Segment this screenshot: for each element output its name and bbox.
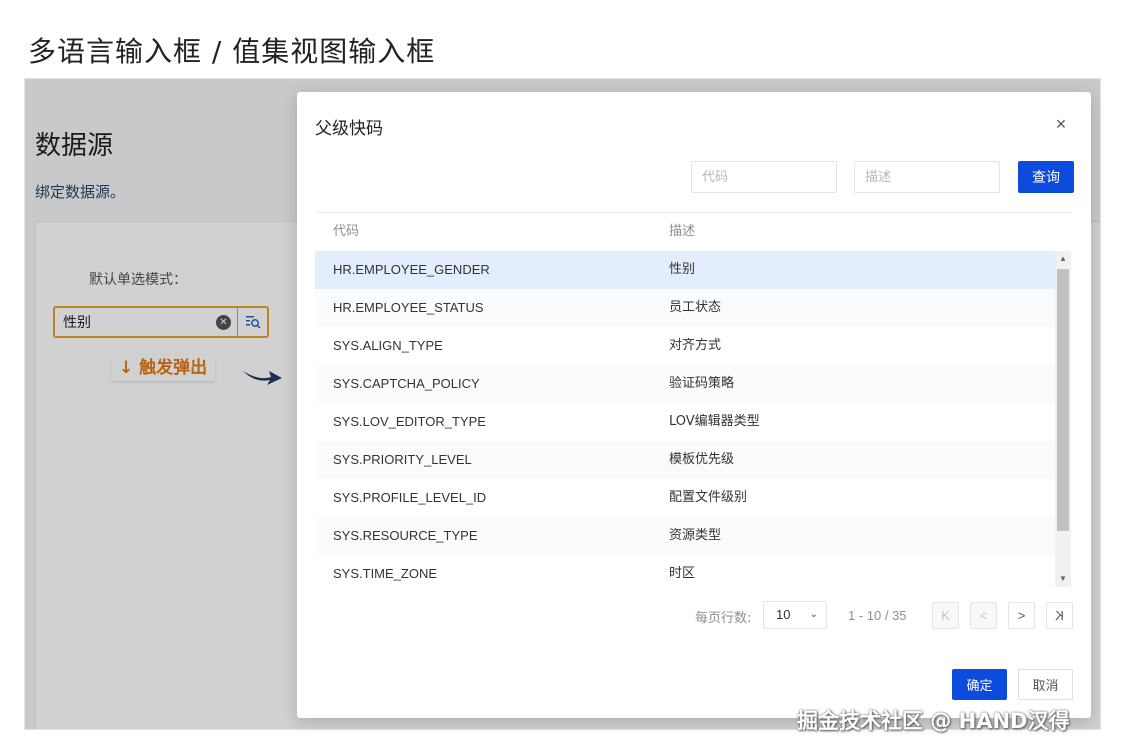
confirm-button[interactable]: 确定 bbox=[952, 669, 1007, 700]
clear-icon[interactable]: ✕ bbox=[216, 314, 231, 330]
lov-search-icon bbox=[245, 316, 261, 329]
table-row[interactable]: SYS.PROFILE_LEVEL_ID 配置文件级别 bbox=[315, 479, 1055, 517]
cell-code: HR.EMPLOYEE_GENDER bbox=[333, 262, 490, 277]
cell-desc: 对齐方式 bbox=[669, 338, 722, 353]
page-size-label: 每页行数: bbox=[695, 611, 752, 626]
code-search-input[interactable] bbox=[691, 161, 837, 193]
cell-code: SYS.CAPTCHA_POLICY bbox=[333, 376, 480, 391]
table-row[interactable]: SYS.CAPTCHA_POLICY 验证码策略 bbox=[315, 365, 1055, 403]
lov-input[interactable]: 性别 ✕ bbox=[53, 306, 269, 338]
cell-desc: 资源类型 bbox=[669, 528, 722, 543]
table-row[interactable]: HR.EMPLOYEE_GENDER 性别 bbox=[315, 251, 1055, 289]
table-row[interactable]: SYS.TIME_ZONE 时区 bbox=[315, 555, 1055, 593]
chevron-down-icon: ⌄ bbox=[809, 609, 818, 620]
modal-title: 父级快码 bbox=[315, 119, 383, 139]
lov-modal: 父级快码 × 查询 代码 描述 HR.EMPLOYEE_GENDER 性别 HR.… bbox=[297, 92, 1091, 718]
datasource-title: 数据源 bbox=[35, 131, 114, 161]
cell-desc: 性别 bbox=[669, 262, 696, 277]
table-row[interactable]: SYS.RESOURCE_TYPE 资源类型 bbox=[315, 517, 1055, 555]
page-heading: 多语言输入框 / 值集视图输入框 bbox=[28, 35, 436, 68]
divider bbox=[315, 212, 1073, 213]
close-icon[interactable]: × bbox=[1053, 115, 1069, 133]
next-page-button[interactable]: > bbox=[1008, 602, 1035, 629]
cell-code: SYS.RESOURCE_TYPE bbox=[333, 528, 478, 543]
cell-code: SYS.PROFILE_LEVEL_ID bbox=[333, 490, 487, 505]
scroll-up-icon[interactable]: ▲ bbox=[1055, 251, 1071, 267]
lov-search-button[interactable] bbox=[237, 308, 267, 336]
cell-desc: 员工状态 bbox=[669, 300, 722, 315]
datasource-subtitle: 绑定数据源。 bbox=[35, 183, 126, 201]
table-scrollbar[interactable]: ▲ ▼ bbox=[1055, 251, 1071, 587]
cell-desc: 配置文件级别 bbox=[669, 490, 748, 505]
column-header-desc: 描述 bbox=[669, 224, 696, 239]
scroll-thumb[interactable] bbox=[1057, 269, 1069, 531]
cell-code: SYS.TIME_ZONE bbox=[333, 566, 438, 581]
last-page-button[interactable]: K bbox=[1046, 602, 1073, 629]
page-size-select[interactable]: 10 ⌄ bbox=[763, 601, 827, 629]
column-header-code: 代码 bbox=[333, 224, 360, 239]
table-row[interactable]: SYS.LOV_EDITOR_TYPE LOV编辑器类型 bbox=[315, 403, 1055, 441]
lov-input-value: 性别 bbox=[63, 315, 91, 331]
watermark: 掘金技术社区 @ HAND汉得 bbox=[797, 709, 1070, 733]
cell-desc: 模板优先级 bbox=[669, 452, 735, 467]
table-row[interactable]: HR.EMPLOYEE_STATUS 员工状态 bbox=[315, 289, 1055, 327]
table-body: HR.EMPLOYEE_GENDER 性别 HR.EMPLOYEE_STATUS 员… bbox=[315, 251, 1055, 593]
cell-code: SYS.ALIGN_TYPE bbox=[333, 338, 443, 353]
cell-desc: 时区 bbox=[669, 566, 696, 581]
cell-desc: LOV编辑器类型 bbox=[669, 414, 760, 429]
page-size-value: 10 bbox=[776, 607, 791, 622]
first-page-button[interactable]: K bbox=[932, 602, 959, 629]
single-select-label: 默认单选模式： bbox=[89, 272, 187, 288]
table-row[interactable]: SYS.ALIGN_TYPE 对齐方式 bbox=[315, 327, 1055, 365]
desc-search-input[interactable] bbox=[854, 161, 1000, 193]
cancel-button[interactable]: 取消 bbox=[1018, 669, 1073, 700]
cell-code: SYS.LOV_EDITOR_TYPE bbox=[333, 414, 486, 429]
cell-code: HR.EMPLOYEE_STATUS bbox=[333, 300, 484, 315]
table-header: 代码 描述 bbox=[315, 222, 1073, 254]
cell-desc: 验证码策略 bbox=[669, 376, 735, 391]
arrow-right-icon bbox=[243, 371, 282, 385]
scroll-down-icon[interactable]: ▼ bbox=[1055, 571, 1071, 587]
prev-page-button[interactable]: < bbox=[970, 602, 997, 629]
query-button[interactable]: 查询 bbox=[1018, 161, 1074, 193]
cell-code: SYS.PRIORITY_LEVEL bbox=[333, 452, 472, 467]
page-range: 1 - 10 / 35 bbox=[848, 608, 907, 623]
trigger-callout: ↓ 触发弹出 bbox=[111, 355, 216, 381]
table-row[interactable]: SYS.PRIORITY_LEVEL 模板优先级 bbox=[315, 441, 1055, 479]
